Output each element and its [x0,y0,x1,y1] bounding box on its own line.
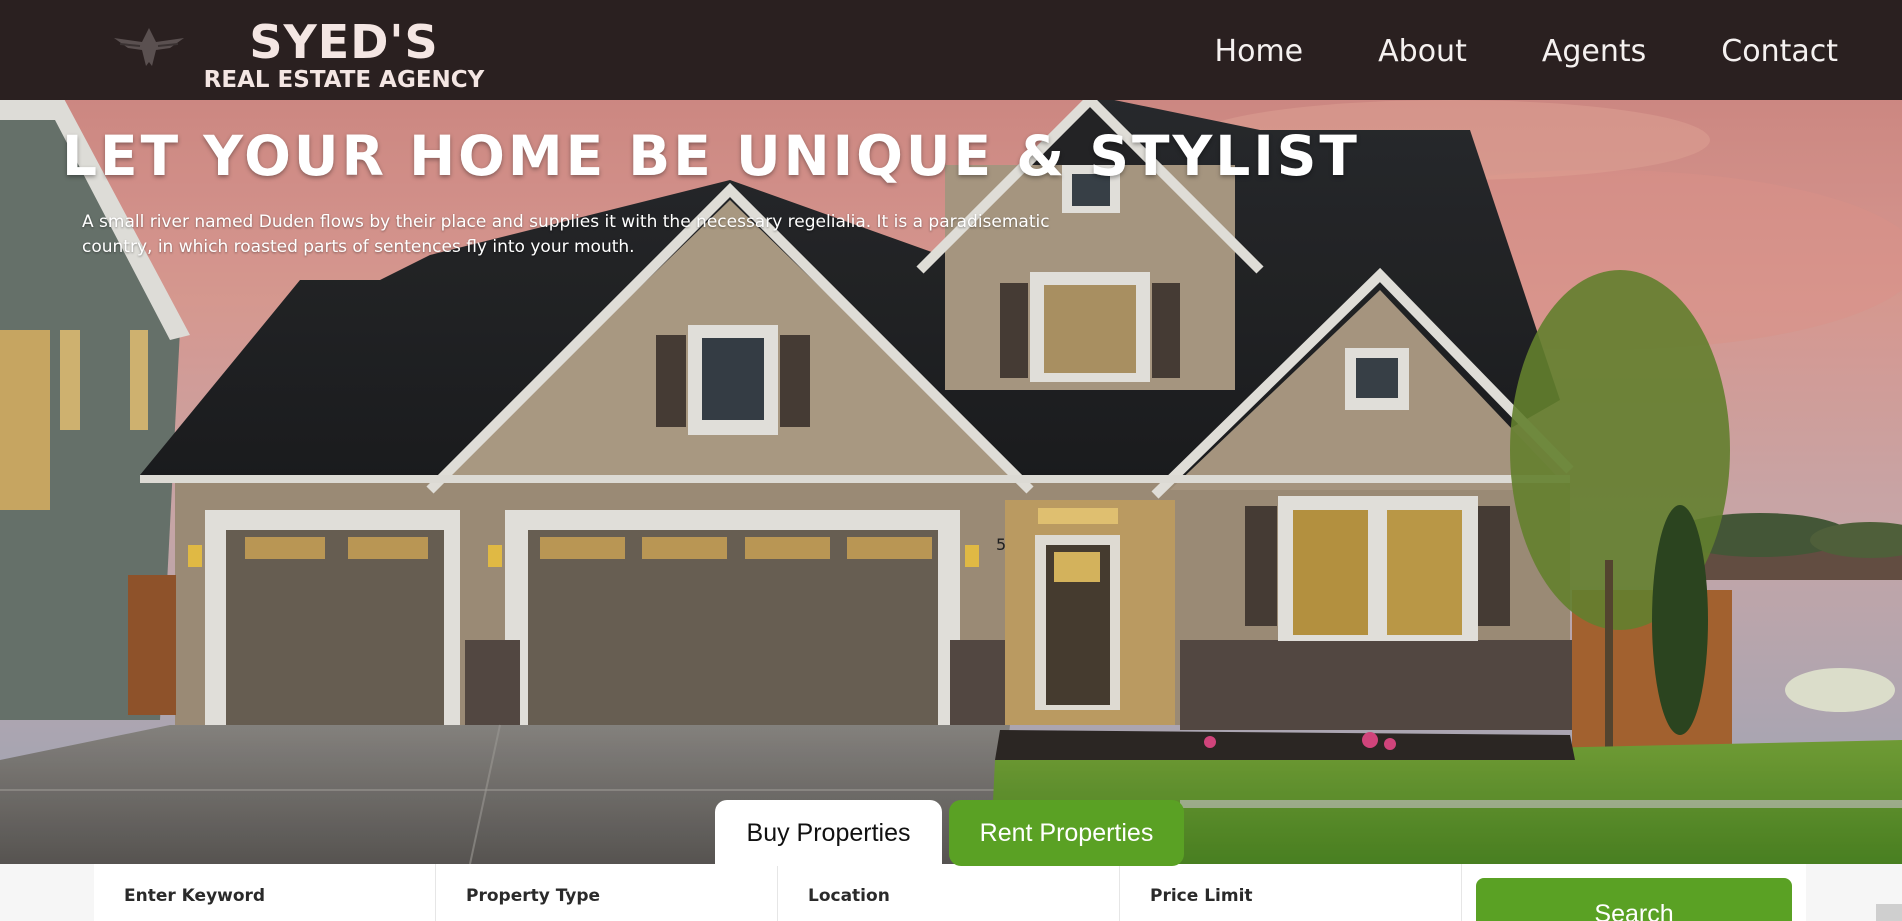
main-nav: Home About Agents Contact [1140,30,1838,74]
search-form: Enter Keyword Property Type Location Pri… [94,864,1806,921]
keyword-field[interactable]: Enter Keyword [94,864,436,921]
price-limit-field[interactable]: Price Limit [1120,864,1462,921]
eagle-icon [114,28,184,66]
brand-logo[interactable]: SYED'S REAL ESTATE AGENCY [112,14,484,94]
nav-home[interactable]: Home [1215,30,1304,74]
property-type-field[interactable]: Property Type [436,864,778,921]
hero-title: LET YOUR HOME BE UNIQUE & STYLIST [62,124,1360,188]
tab-rent-properties[interactable]: Rent Properties [949,800,1184,866]
site-header: SYED'S REAL ESTATE AGENCY Home About Age… [0,0,1902,100]
search-bar: Enter Keyword Property Type Location Pri… [0,864,1902,921]
nav-agents[interactable]: Agents [1542,30,1646,74]
brand-title: SYED'S [249,15,439,69]
tab-buy-properties[interactable]: Buy Properties [715,800,942,866]
brand-subtitle: REAL ESTATE AGENCY [203,67,485,93]
scroll-edge [1876,904,1902,921]
hero-description: A small river named Duden flows by their… [82,212,1050,257]
location-field[interactable]: Location [778,864,1120,921]
nav-contact[interactable]: Contact [1721,30,1838,74]
search-button[interactable]: Search [1476,878,1792,921]
nav-about[interactable]: About [1378,30,1467,74]
